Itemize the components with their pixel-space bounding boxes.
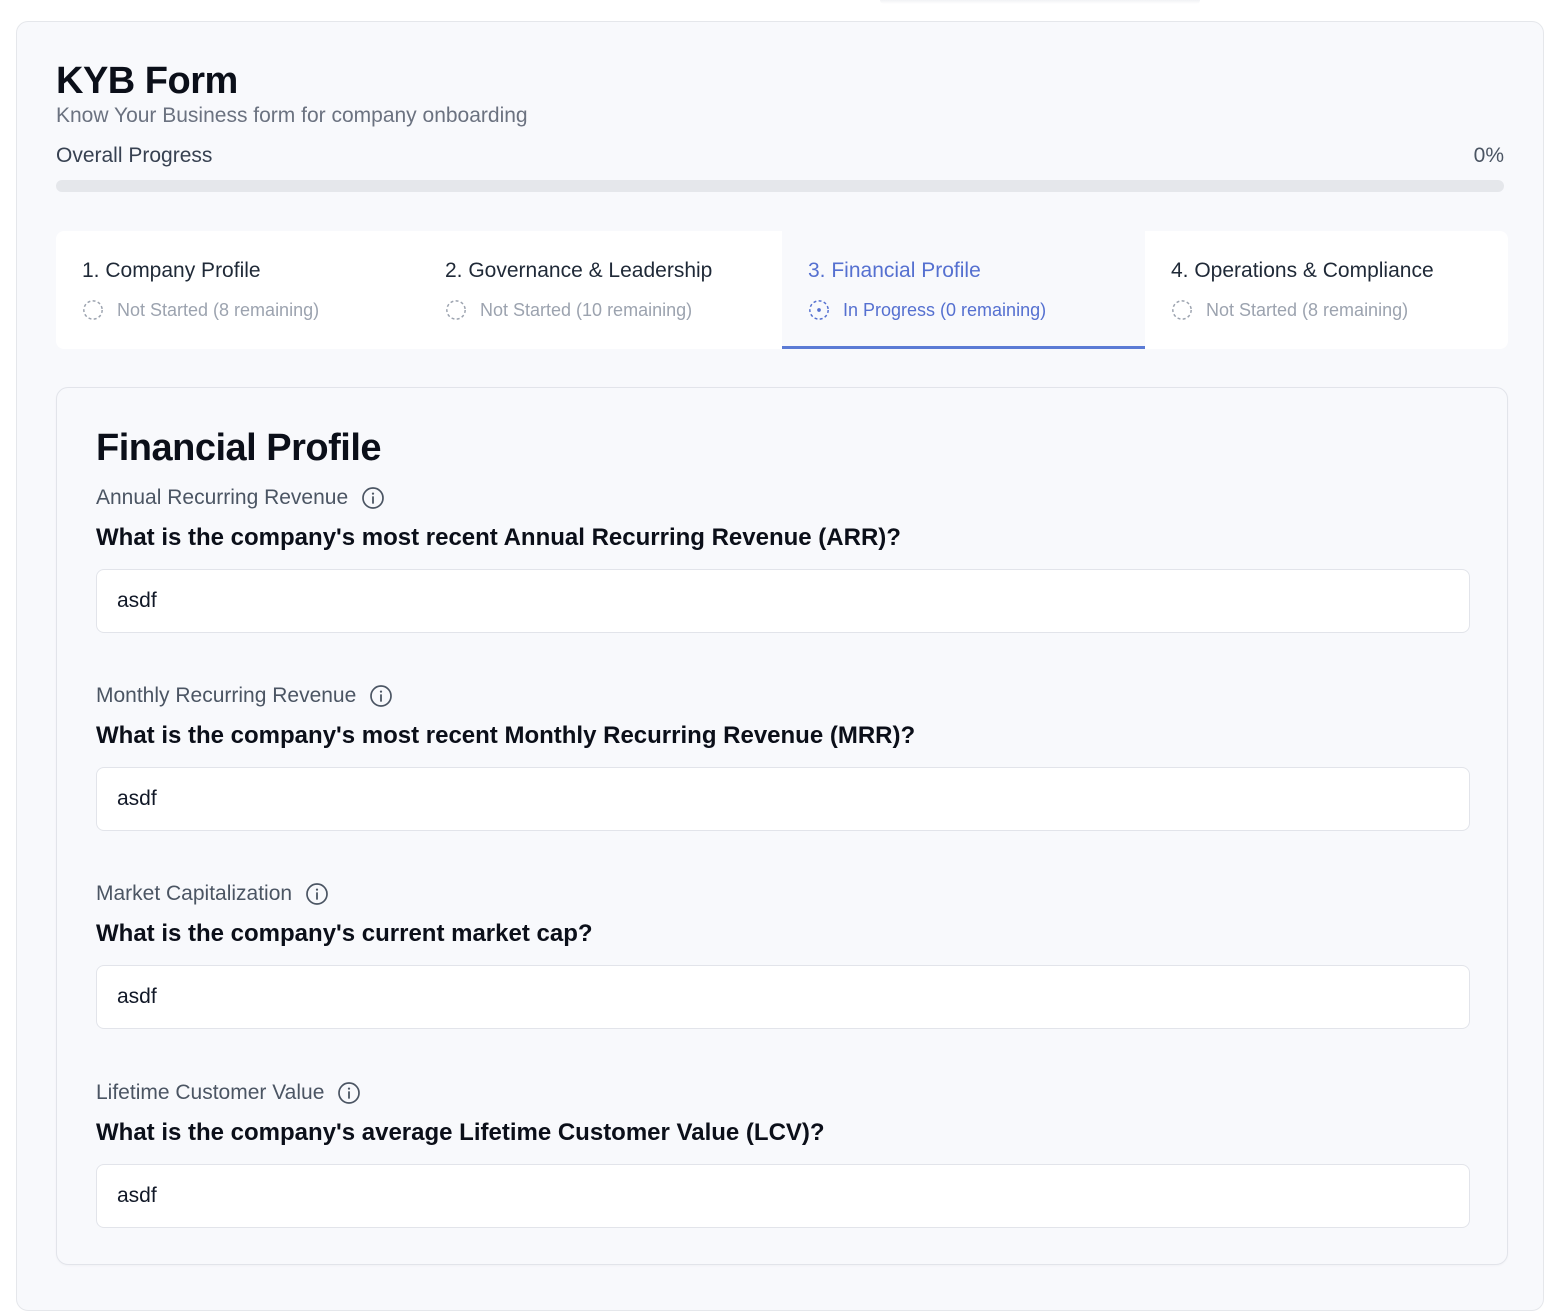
- info-icon[interactable]: [337, 1081, 361, 1105]
- progress-percent: 0%: [1473, 144, 1504, 167]
- field-annual-recurring-revenue: Annual Recurring Revenue What is the com…: [96, 485, 1470, 633]
- tab-title: 2. Governance & Leadership: [445, 259, 713, 282]
- field-market-capitalization: Market Capitalization What is the compan…: [96, 881, 1470, 1029]
- field-label-row: Monthly Recurring Revenue: [96, 683, 1470, 709]
- field-label: Market Capitalization: [96, 882, 293, 905]
- field-label-row: Lifetime Customer Value: [96, 1080, 1470, 1106]
- tab-title: 1. Company Profile: [82, 259, 261, 282]
- tab-status: In Progress (0 remaining): [808, 299, 1145, 321]
- dashed-circle-icon: [83, 300, 103, 320]
- step-tabs: 1. Company Profile Not Started (8 remain…: [56, 231, 1508, 349]
- tab-status-text: Not Started (10 remaining): [480, 299, 693, 320]
- top-edge-shadow: [880, 0, 1200, 4]
- field-monthly-recurring-revenue: Monthly Recurring Revenue What is the co…: [96, 683, 1470, 831]
- field-question: What is the company's average Lifetime C…: [96, 1119, 825, 1146]
- page-subtitle: Know Your Business form for company onbo…: [56, 104, 528, 127]
- tab-financial-profile[interactable]: 3. Financial Profile In Progress (0 rema…: [782, 231, 1145, 349]
- tab-company-profile[interactable]: 1. Company Profile Not Started (8 remain…: [56, 231, 419, 349]
- progress-label: Overall Progress: [56, 144, 213, 167]
- tab-title: 4. Operations & Compliance: [1171, 259, 1434, 282]
- form-header: KYB Form Know Your Business form for com…: [56, 58, 1504, 192]
- tab-governance-leadership[interactable]: 2. Governance & Leadership Not Started (…: [419, 231, 782, 349]
- field-question: What is the company's most recent Annual…: [96, 524, 901, 551]
- mrr-input[interactable]: [96, 767, 1470, 831]
- field-label: Lifetime Customer Value: [96, 1081, 325, 1104]
- tab-title: 3. Financial Profile: [808, 259, 981, 282]
- financial-profile-section: Financial Profile Annual Recurring Reven…: [56, 387, 1508, 1265]
- tab-status-text: Not Started (8 remaining): [117, 299, 320, 320]
- progress-header: Overall Progress 0%: [56, 143, 1504, 169]
- lcv-input[interactable]: [96, 1164, 1470, 1228]
- section-title: Financial Profile: [96, 427, 382, 469]
- field-label-row: Market Capitalization: [96, 881, 1470, 907]
- tab-status: Not Started (8 remaining): [82, 299, 419, 321]
- field-label: Annual Recurring Revenue: [96, 486, 349, 509]
- tab-status: Not Started (8 remaining): [1171, 299, 1508, 321]
- info-icon[interactable]: [305, 882, 329, 906]
- tab-status-text: Not Started (8 remaining): [1206, 299, 1409, 320]
- dashed-circle-icon: [446, 300, 466, 320]
- field-question: What is the company's most recent Monthl…: [96, 722, 916, 749]
- field-question: What is the company's current market cap…: [96, 920, 593, 947]
- tab-operations-compliance[interactable]: 4. Operations & Compliance Not Started (…: [1145, 231, 1508, 349]
- info-icon[interactable]: [361, 486, 385, 510]
- tab-status: Not Started (10 remaining): [445, 299, 782, 321]
- dashed-circle-icon: [1172, 300, 1192, 320]
- field-label-row: Annual Recurring Revenue: [96, 485, 1470, 511]
- progress-bar: [56, 180, 1504, 192]
- field-lifetime-customer-value: Lifetime Customer Value What is the comp…: [96, 1080, 1470, 1228]
- tab-status-text: In Progress (0 remaining): [843, 299, 1047, 320]
- market-cap-input[interactable]: [96, 965, 1470, 1029]
- page-title: KYB Form: [56, 60, 238, 102]
- field-label: Monthly Recurring Revenue: [96, 684, 357, 707]
- arr-input[interactable]: [96, 569, 1470, 633]
- in-progress-circle-icon: [809, 300, 829, 320]
- info-icon[interactable]: [369, 684, 393, 708]
- kyb-form-card: KYB Form Know Your Business form for com…: [16, 21, 1544, 1311]
